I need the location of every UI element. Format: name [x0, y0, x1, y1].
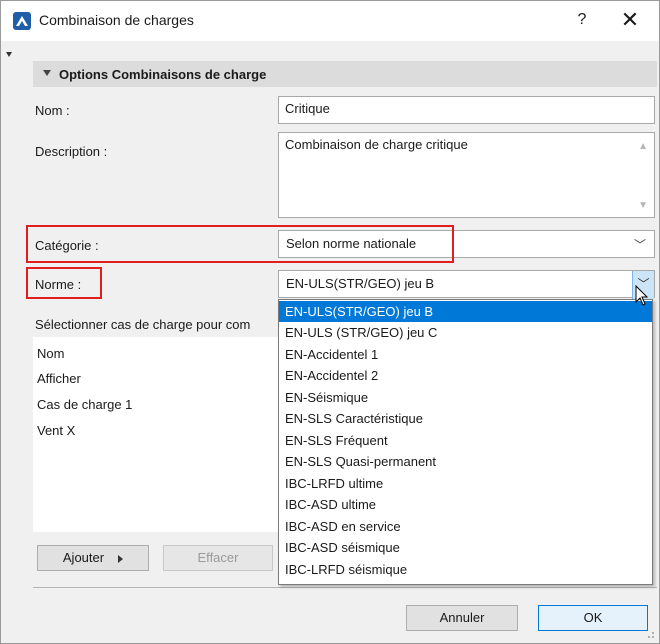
list-item[interactable]: Vent X [37, 423, 75, 438]
dropdown-option[interactable]: IBC-LRFD séismique [279, 559, 652, 580]
dropdown-option[interactable]: EN-SLS Caractéristique [279, 408, 652, 429]
scroll-up-icon[interactable]: ▲ [638, 141, 648, 152]
norm-value: EN-ULS(STR/GEO) jeu B [286, 276, 435, 291]
norm-highlight [26, 267, 102, 299]
dropdown-option[interactable]: IBC-LRFD ultime [279, 473, 652, 494]
dropdown-option[interactable]: EN-SLS Quasi-permanent [279, 451, 652, 472]
mouse-pointer-icon [635, 285, 649, 306]
list-item[interactable]: Nom [37, 346, 64, 361]
ok-button[interactable]: OK [538, 605, 648, 631]
resize-marker-icon [6, 52, 12, 57]
scroll-down-icon[interactable]: ▼ [638, 200, 648, 211]
section-header[interactable]: Options Combinaisons de charge [33, 61, 657, 87]
list-item[interactable]: Cas de charge 1 [37, 397, 132, 412]
dropdown-option[interactable]: IBC-ASD en service [279, 516, 652, 537]
title-bar: Combinaison de charges ? ✕ [1, 1, 659, 41]
norm-dropdown-list[interactable]: EN-ULS(STR/GEO) jeu B EN-ULS (STR/GEO) j… [278, 299, 653, 585]
close-button[interactable]: ✕ [619, 7, 641, 33]
description-value: Combinaison de charge critique [285, 137, 468, 152]
resize-grip-icon[interactable] [645, 629, 655, 639]
chevron-down-icon: ﹀ [633, 238, 646, 252]
dropdown-option[interactable]: EN-ULS(STR/GEO) jeu B [279, 301, 652, 322]
dropdown-option[interactable]: EN-ULS (STR/GEO) jeu C [279, 322, 652, 343]
list-item[interactable]: Afficher [37, 371, 81, 386]
dropdown-option[interactable]: EN-SLS Fréquent [279, 430, 652, 451]
add-button[interactable]: Ajouter [37, 545, 149, 571]
cancel-button-label: Annuler [439, 610, 485, 625]
add-button-label: Ajouter [62, 550, 105, 565]
dropdown-option[interactable]: IBC-ASD ultime [279, 494, 652, 515]
dropdown-option[interactable]: IBC-ASD séismique [279, 537, 652, 558]
category-highlight [26, 225, 454, 263]
dropdown-option[interactable]: EN-Séismique [279, 387, 652, 408]
help-button[interactable]: ? [572, 11, 592, 29]
dropdown-option[interactable]: EN-Accidentel 1 [279, 344, 652, 365]
app-icon [13, 12, 31, 30]
norm-select[interactable]: EN-ULS(STR/GEO) jeu B ﹀ [278, 270, 655, 299]
delete-button-label: Effacer [197, 550, 239, 565]
load-cases-heading: Sélectionner cas de charge pour com [35, 317, 251, 332]
dialog-window: Combinaison de charges ? ✕ Options Combi… [0, 0, 660, 644]
ok-button-label: OK [583, 610, 603, 625]
submenu-arrow-icon [118, 554, 124, 563]
name-input[interactable]: Critique [278, 96, 655, 124]
separator [33, 587, 657, 588]
description-label: Description : [35, 144, 108, 159]
dropdown-option[interactable]: EN-Accidentel 2 [279, 365, 652, 386]
delete-button[interactable]: Effacer [163, 545, 273, 571]
cancel-button[interactable]: Annuler [406, 605, 518, 631]
name-value: Critique [285, 101, 330, 116]
name-label: Nom : [35, 103, 70, 118]
description-textarea[interactable]: Combinaison de charge critique ▲ ▼ [278, 132, 655, 218]
triangle-down-icon [43, 70, 51, 76]
window-title: Combinaison de charges [39, 12, 194, 28]
section-title: Options Combinaisons de charge [59, 67, 267, 82]
